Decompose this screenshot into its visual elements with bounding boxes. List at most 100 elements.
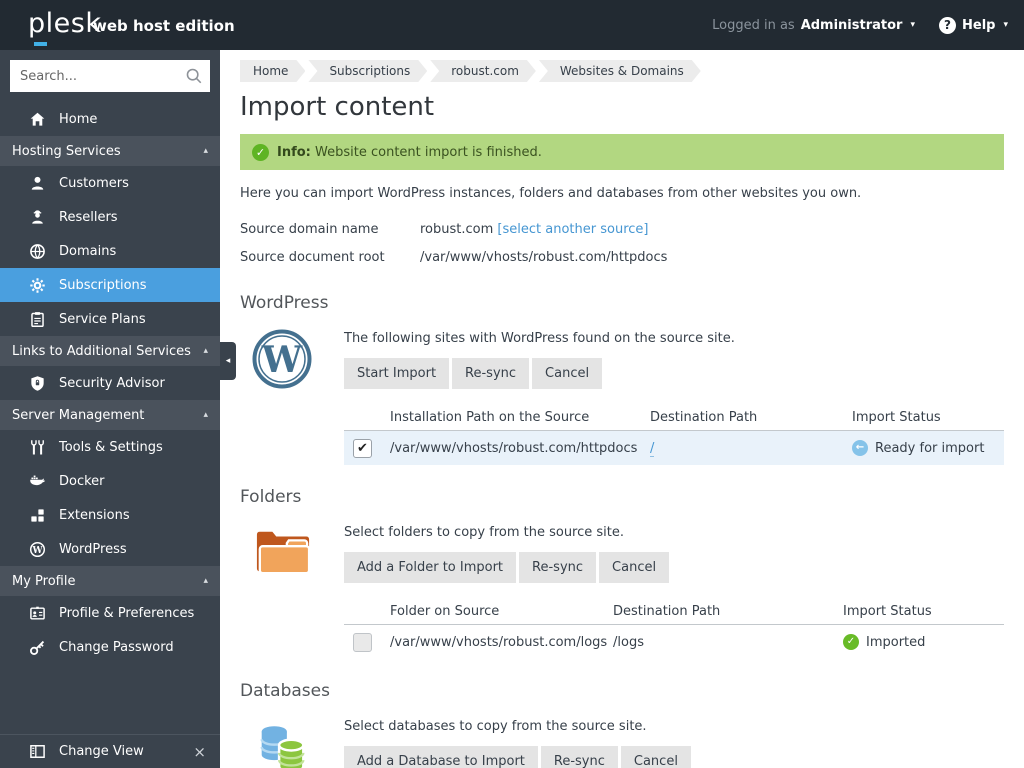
chevron-down-icon[interactable]: ▾ — [910, 20, 915, 30]
banner-text: Info: Website content import is finished… — [277, 144, 542, 160]
folders-cancel-button[interactable]: Cancel — [599, 552, 670, 583]
sidebar-item-resellers[interactable]: Resellers — [0, 200, 220, 234]
sidebar-section-links-additional[interactable]: Links to Additional Services ▴ — [0, 336, 220, 366]
sidebar-item-profile-preferences[interactable]: Profile & Preferences — [0, 596, 220, 630]
row-checkbox-unchecked[interactable] — [353, 632, 372, 652]
select-another-source-link[interactable]: [select another source] — [497, 222, 648, 237]
sidebar-section-label: Server Management — [12, 407, 145, 423]
breadcrumb-item-websites-domains[interactable]: Websites & Domains — [539, 60, 701, 82]
databases-cancel-button[interactable]: Cancel — [620, 746, 691, 768]
column-header: Import Status — [852, 410, 941, 425]
blocks-icon — [28, 506, 46, 524]
logged-in-as-label: Logged in as — [712, 17, 795, 33]
wordpress-icon: W — [28, 540, 46, 558]
breadcrumb-item-subscriptions[interactable]: Subscriptions — [308, 60, 427, 82]
row-checkbox-checked[interactable]: ✔ — [353, 438, 372, 458]
sidebar-item-label: Security Advisor — [59, 375, 165, 391]
folders-table: Folder on Source Destination Path Import… — [344, 599, 1004, 659]
chevron-up-icon: ▴ — [203, 410, 208, 420]
add-database-button[interactable]: Add a Database to Import — [344, 746, 538, 768]
wordpress-resync-button[interactable]: Re-sync — [452, 358, 530, 389]
sidebar-item-label: Resellers — [59, 209, 118, 225]
question-icon[interactable]: ? — [939, 16, 956, 34]
breadcrumb-item-home[interactable]: Home — [240, 60, 305, 82]
checkbox-check-icon: ✔ — [357, 440, 368, 456]
import-status-cell: Ready for import — [875, 440, 985, 456]
destination-path-cell: /logs — [613, 634, 644, 650]
folder-source-cell: /var/www/vhosts/robust.com/logs — [390, 634, 608, 650]
ready-status-icon: ← — [852, 440, 868, 456]
source-domain-label: Source domain name — [240, 221, 379, 237]
search-icon[interactable] — [185, 67, 203, 85]
start-import-button[interactable]: Start Import — [344, 358, 450, 389]
sidebar-section-my-profile[interactable]: My Profile ▴ — [0, 566, 220, 596]
folder-icon — [252, 531, 314, 583]
clipboard-icon — [28, 310, 46, 328]
collapse-left-icon: ◂ — [225, 356, 231, 366]
databases-resync-button[interactable]: Re-sync — [540, 746, 618, 768]
search-input[interactable] — [10, 60, 210, 92]
change-view-button[interactable]: Change View × — [0, 734, 220, 768]
sidebar-item-label: Profile & Preferences — [59, 605, 195, 621]
source-domain-value: robust.com [select another source] — [420, 221, 649, 237]
wordpress-logo-icon: W — [252, 329, 312, 393]
id-card-icon — [28, 604, 46, 622]
wordpress-section-heading: WordPress — [240, 293, 329, 313]
gear-icon — [28, 276, 46, 294]
chevron-down-icon[interactable]: ▾ — [1003, 20, 1008, 30]
installation-path-cell: /var/www/vhosts/robust.com/httpdocs — [390, 440, 638, 456]
user-menu[interactable]: Administrator — [801, 18, 903, 33]
sidebar-item-security-advisor[interactable]: Security Advisor — [0, 366, 220, 400]
sidebar-item-tools-settings[interactable]: Tools & Settings — [0, 430, 220, 464]
top-bar: plesk web host edition Logged in as Admi… — [0, 0, 1024, 50]
sidebar-section-server-management[interactable]: Server Management ▴ — [0, 400, 220, 430]
sidebar-collapse-handle[interactable]: ◂ — [220, 342, 236, 380]
close-icon[interactable]: × — [193, 743, 206, 761]
column-header: Installation Path on the Source — [390, 410, 590, 425]
sidebar-item-change-password[interactable]: Change Password — [0, 630, 220, 664]
sidebar-item-label: Home — [59, 111, 98, 127]
layout-icon — [28, 743, 46, 761]
sidebar-item-label: Docker — [59, 473, 105, 489]
sidebar-item-home[interactable]: Home — [0, 102, 220, 136]
breadcrumb: Home Subscriptions robust.com Websites &… — [240, 60, 1004, 82]
plesk-logo-underline — [34, 42, 47, 46]
sidebar-item-service-plans[interactable]: Service Plans — [0, 302, 220, 336]
folders-resync-button[interactable]: Re-sync — [519, 552, 597, 583]
check-icon: ✓ — [252, 143, 269, 161]
destination-path-link[interactable]: / — [650, 440, 655, 457]
chevron-up-icon: ▴ — [203, 346, 208, 356]
sidebar-item-domains[interactable]: Domains — [0, 234, 220, 268]
sidebar-item-customers[interactable]: Customers — [0, 166, 220, 200]
sidebar-item-wordpress[interactable]: W WordPress — [0, 532, 220, 566]
breadcrumb-item-domain[interactable]: robust.com — [430, 60, 536, 82]
sidebar-item-docker[interactable]: Docker — [0, 464, 220, 498]
wordpress-cancel-button[interactable]: Cancel — [532, 358, 603, 389]
table-row: /var/www/vhosts/robust.com/logs /logs ✓ … — [344, 625, 1004, 659]
folders-description: Select folders to copy from the source s… — [344, 525, 625, 540]
sidebar-section-label: My Profile — [12, 573, 76, 589]
databases-section-heading: Databases — [240, 681, 330, 701]
person-icon — [28, 174, 46, 192]
whale-icon — [28, 472, 46, 490]
sidebar-section-hosting-services[interactable]: Hosting Services ▴ — [0, 136, 220, 166]
home-icon — [28, 110, 46, 128]
plesk-logo[interactable]: plesk — [28, 8, 101, 39]
sidebar-item-label: Tools & Settings — [59, 439, 163, 455]
column-header: Destination Path — [613, 604, 721, 619]
sidebar-item-label: Service Plans — [59, 311, 146, 327]
key-icon — [28, 638, 46, 656]
table-row: ✔ /var/www/vhosts/robust.com/httpdocs / … — [344, 431, 1004, 465]
imported-status-icon: ✓ — [843, 634, 859, 650]
chevron-up-icon: ▴ — [203, 576, 208, 586]
svg-text:W: W — [31, 546, 43, 556]
edition-label: web host edition — [93, 17, 235, 35]
sidebar-item-extensions[interactable]: Extensions — [0, 498, 220, 532]
main-content: Home Subscriptions robust.com Websites &… — [220, 50, 1024, 768]
sidebar-item-label: Subscriptions — [59, 277, 147, 293]
add-folder-button[interactable]: Add a Folder to Import — [344, 552, 517, 583]
sidebar-item-subscriptions[interactable]: Subscriptions — [0, 268, 220, 302]
help-menu[interactable]: Help — [962, 18, 995, 33]
chevron-up-icon: ▴ — [203, 146, 208, 156]
sidebar-section-label: Hosting Services — [12, 143, 121, 159]
